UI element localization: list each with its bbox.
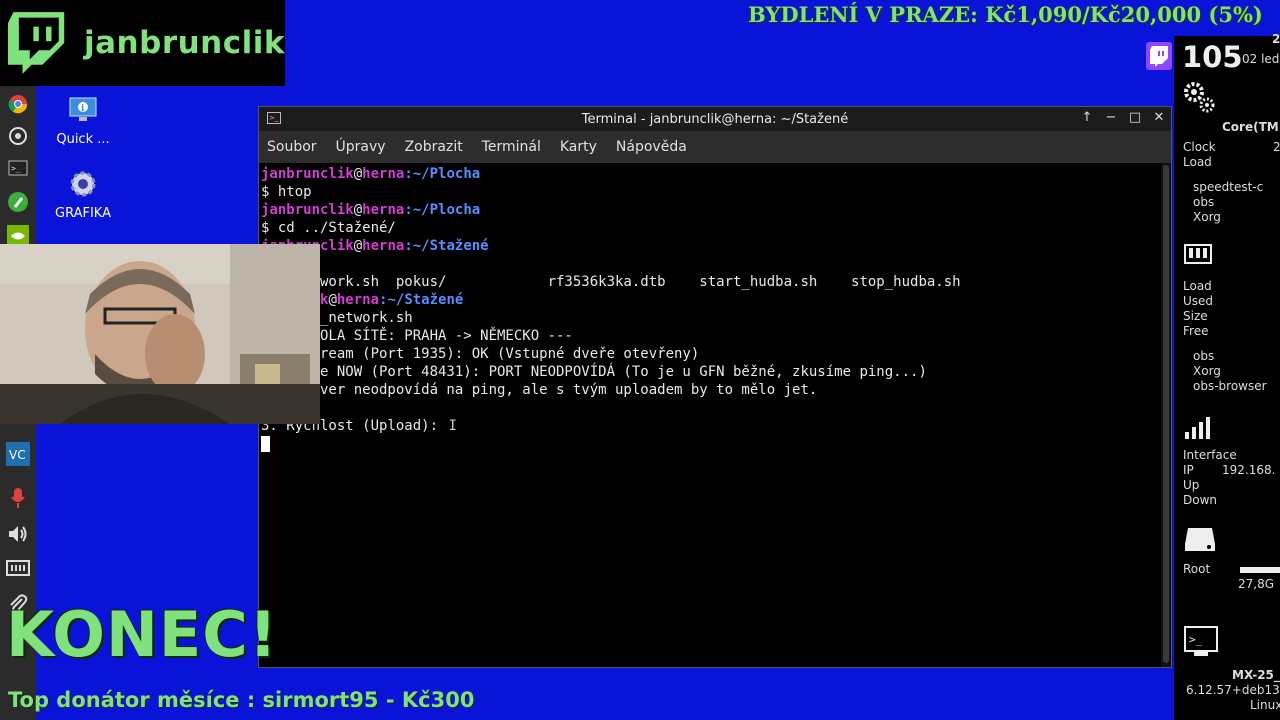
system-monitor-panel: 2 105 02 led Core(TM) Clock 2 Load speed…	[1174, 32, 1280, 720]
monitor-date: 02 led	[1242, 52, 1280, 66]
microphone-icon[interactable]	[6, 486, 30, 510]
process-item: Xorg	[1193, 364, 1221, 378]
cpu-title: Core(TM)	[1222, 120, 1280, 134]
net-ip-label: IP	[1183, 463, 1194, 477]
top-donor-text: Top donátor měsíce : sirmort95 - Kč300	[8, 688, 475, 712]
network-bars-icon	[1185, 417, 1210, 439]
rocket-icon[interactable]	[6, 190, 30, 214]
text-cursor-ibeam-icon: I	[448, 418, 457, 434]
command-line: $ cd ../Stažené/	[261, 220, 396, 236]
output-line: NTROLA SÍTĚ: PRAHA -> NĚMECKO ---	[261, 328, 573, 344]
computer-terminal-icon: >_	[1184, 626, 1218, 656]
load-label: Load	[1183, 155, 1212, 169]
monitor-big-number: 105	[1182, 40, 1243, 74]
svg-text:>_: >_	[11, 164, 21, 173]
info-screen-icon: i	[67, 94, 99, 126]
desktop-icon-quick[interactable]: i Quick ...	[43, 94, 123, 147]
channel-name: janbrunclik	[84, 25, 285, 61]
desktop-icon-grafika[interactable]: GRAFIKA	[43, 168, 123, 221]
cpu-gears-icon	[1184, 82, 1215, 113]
net-down-label: Down	[1183, 493, 1218, 507]
command-line: $ htop	[261, 184, 312, 200]
menu-karty[interactable]: Karty	[560, 139, 597, 155]
disk-icon	[1185, 528, 1215, 551]
prompt-line: janbrunclik@herna:~/Stažené	[261, 238, 489, 254]
volume-icon[interactable]	[6, 522, 30, 546]
output-line: server neodpovídá na ping, ale s tvým up…	[261, 382, 818, 398]
output-line: tstream (Port 1935): OK (Vstupné dveře o…	[261, 346, 700, 362]
disk-root-label: Root	[1183, 562, 1211, 576]
prompt-line: janbrunclik@herna:~/Plocha	[261, 166, 481, 182]
svg-text:VC: VC	[9, 448, 26, 462]
donation-goal-banner: BYDLENÍ V PRAZE: Kč1,090/Kč20,000 (5%)	[748, 2, 1263, 27]
process-item: obs-browser	[1193, 379, 1267, 393]
output-line: network.sh pokus/ rf3536k3ka.dtb start_h…	[261, 274, 961, 290]
clock-label: Clock	[1183, 140, 1216, 154]
net-interface-label: Interface	[1183, 448, 1237, 462]
net-ip-value: 192.168.	[1222, 463, 1276, 477]
process-item: obs	[1193, 349, 1215, 363]
prompt-line: janbrunclik@herna:~/Plocha	[261, 202, 481, 218]
mem-label: Size	[1183, 309, 1208, 323]
output-line: 3. Rychlost (Upload): I	[261, 418, 457, 434]
konec-overlay-text: KONEC!	[6, 598, 278, 671]
os-label: Linux	[1250, 698, 1280, 712]
memory-icon	[1184, 244, 1212, 264]
twitch-channel-box: janbrunclik	[0, 0, 285, 86]
disk-usage-bar	[1240, 567, 1280, 573]
chrome-icon[interactable]	[6, 92, 30, 116]
process-item: Xorg	[1193, 210, 1221, 224]
menu-upravy[interactable]: Úpravy	[336, 139, 386, 155]
process-item: speedtest-c	[1193, 180, 1264, 194]
terminal-output[interactable]: janbrunclik@herna:~/Plocha $ htop janbru…	[259, 163, 1161, 667]
obs-icon[interactable]	[6, 124, 30, 148]
webcam-overlay	[0, 244, 320, 424]
vscode-icon[interactable]: VC	[6, 442, 30, 466]
twitch-small-icon	[1146, 42, 1172, 70]
process-item: obs	[1193, 195, 1215, 209]
desktop-icon-label: Quick ...	[56, 132, 110, 147]
mem-label: Free	[1183, 324, 1209, 338]
mem-label: Load	[1183, 279, 1212, 293]
maximize-button[interactable]: □	[1127, 110, 1143, 126]
scrollbar-thumb[interactable]	[1163, 165, 1169, 663]
close-button[interactable]: ✕	[1151, 110, 1167, 126]
output-line: eck_network.sh	[261, 310, 413, 326]
menu-terminal[interactable]: Terminál	[482, 139, 541, 155]
terminal-menubar: Soubor Úpravy Zobrazit Terminál Karty Ná…	[259, 131, 1171, 163]
terminal-titlebar[interactable]: >_ Terminal - janbrunclik@herna: ~/Staže…	[259, 107, 1171, 131]
monitor-top-value: 2	[1272, 32, 1280, 46]
terminal-scrollbar[interactable]	[1161, 163, 1171, 667]
clock-value: 2	[1273, 140, 1280, 154]
window-title: Terminal - janbrunclik@herna: ~/Stažené	[581, 111, 849, 127]
webcam-person-image	[0, 244, 320, 424]
twitch-logo-icon	[8, 12, 65, 74]
minimize-button[interactable]: −	[1103, 110, 1119, 126]
net-up-label: Up	[1183, 478, 1200, 492]
network-icon[interactable]	[6, 556, 30, 580]
desktop-icon-label: GRAFIKA	[55, 206, 111, 221]
always-on-top-button[interactable]: ↑	[1079, 110, 1095, 126]
terminal-icon[interactable]: >_	[6, 156, 30, 180]
svg-text:>_: >_	[1189, 633, 1203, 646]
output-line: orce NOW (Port 48431): PORT NEODPOVÍDÁ (…	[261, 364, 927, 380]
menu-zobrazit[interactable]: Zobrazit	[405, 139, 463, 155]
os-name: MX-25_X	[1232, 668, 1280, 682]
mem-label: Used	[1183, 294, 1214, 308]
settings-gear-icon	[67, 168, 99, 200]
disk-size: 27,8G	[1238, 577, 1275, 591]
kernel-version: 6.12.57+deb13	[1186, 683, 1280, 697]
terminal-window[interactable]: >_ Terminal - janbrunclik@herna: ~/Staže…	[258, 106, 1172, 668]
menu-soubor[interactable]: Soubor	[267, 139, 317, 155]
cursor-line	[261, 435, 1159, 453]
svg-text:i: i	[81, 104, 85, 114]
menu-napoveda[interactable]: Nápověda	[616, 139, 687, 155]
terminal-cursor	[261, 436, 270, 452]
prompt-line: clik@herna:~/Stažené	[295, 292, 464, 308]
